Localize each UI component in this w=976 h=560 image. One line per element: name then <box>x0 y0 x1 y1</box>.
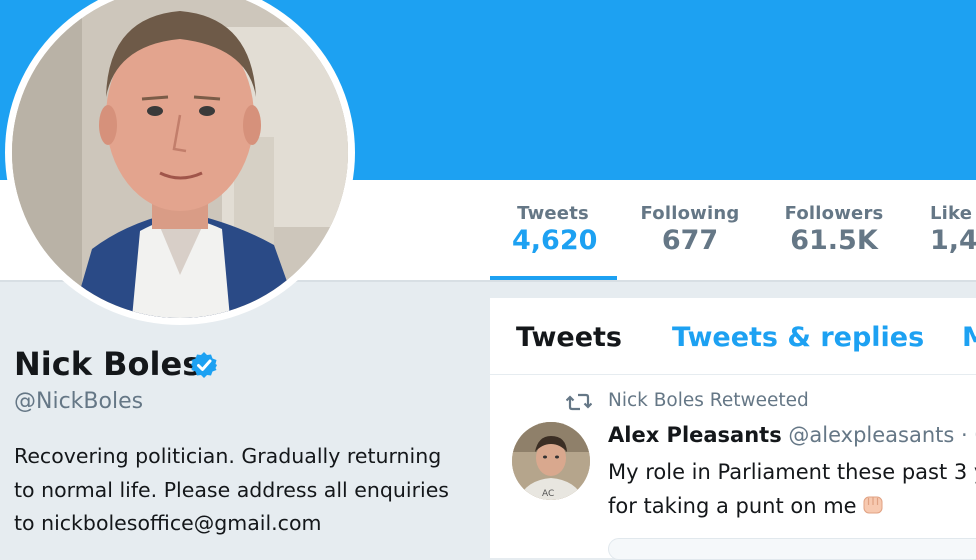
svg-text:AC: AC <box>542 489 554 499</box>
tweet-text: My role in Parliament these past 3 y for… <box>608 455 976 523</box>
stat-likes-label: Like <box>930 203 973 224</box>
stat-likes[interactable]: Like 1,4 <box>930 203 976 256</box>
active-stat-underline <box>490 276 617 280</box>
tweet-header: Alex Pleasants @alexpleasants · 6h <box>608 423 976 447</box>
tweet-author-avatar[interactable]: AC <box>512 422 590 500</box>
tab-tweets[interactable]: Tweets <box>516 322 622 353</box>
tweet-author-handle[interactable]: @alexpleasants <box>788 423 954 447</box>
timeline-panel: Tweets Tweets & replies M Nick Boles Ret… <box>490 298 976 560</box>
avatar[interactable] <box>12 0 348 318</box>
timeline-tabs: Tweets Tweets & replies M <box>490 298 976 375</box>
stat-followers-value: 61.5K <box>790 225 878 256</box>
profile-bio: Recovering politician. Gradually returni… <box>14 440 484 541</box>
stat-tweets[interactable]: Tweets 4,620 <box>512 203 598 256</box>
tab-tweets-and-replies[interactable]: Tweets & replies <box>672 322 924 353</box>
bio-line: Recovering politician. Gradually returni… <box>14 444 442 468</box>
stat-tweets-label: Tweets <box>517 203 589 224</box>
raised-fist-icon <box>863 496 883 514</box>
bio-line: to normal life. Please address all enqui… <box>14 477 449 502</box>
profile-name[interactable]: Nick Boles <box>14 345 201 383</box>
tweet-avatar-photo: AC <box>512 422 590 500</box>
tweet-text-line: My role in Parliament these past 3 y <box>608 460 976 484</box>
tweet-card-preview[interactable] <box>608 538 976 560</box>
stat-likes-value: 1,4 <box>930 225 976 256</box>
stat-tweets-value: 4,620 <box>512 225 598 256</box>
stat-followers[interactable]: Followers 61.5K <box>784 203 884 256</box>
retweet-icon <box>566 393 592 411</box>
tweet-author-name[interactable]: Alex Pleasants <box>608 423 782 447</box>
stat-following[interactable]: Following 677 <box>638 203 742 256</box>
tweet-text-line-2: for taking a punt on me <box>608 489 976 523</box>
profile-handle[interactable]: @NickBoles <box>14 389 143 414</box>
avatar-photo <box>12 0 348 318</box>
tab-media[interactable]: M <box>962 322 976 353</box>
stat-following-label: Following <box>640 203 740 224</box>
verified-badge-icon <box>191 352 217 378</box>
tweet-timestamp[interactable]: · 6h <box>961 423 976 447</box>
retweet-context-text[interactable]: Nick Boles Retweeted <box>608 390 809 411</box>
stat-followers-label: Followers <box>784 203 884 224</box>
bio-line: to nickbolesoffice@gmail.com <box>14 511 322 535</box>
stat-following-value: 677 <box>661 225 719 256</box>
tweet-text-line-content: for taking a punt on me <box>608 494 857 518</box>
